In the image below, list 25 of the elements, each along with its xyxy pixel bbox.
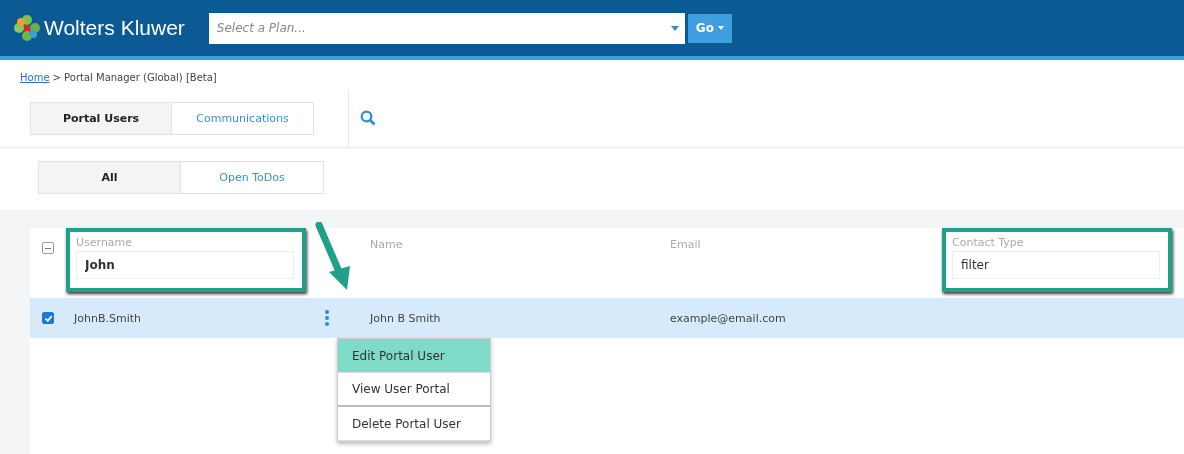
table-cell-text: example@email.com	[669, 311, 787, 325]
breadcrumb-text: > Portal Manager (Global) [Beta]	[52, 72, 217, 85]
caret-icon[interactable]	[670, 25, 679, 31]
select-all-checkbox[interactable]	[42, 242, 54, 254]
table-row[interactable]: JohnB.Smith John B Smith example@email.com	[30, 298, 1184, 338]
column-header: Contact Type	[952, 236, 1025, 249]
tab[interactable]: Portal Users	[31, 102, 172, 134]
filter-tab[interactable]: All	[39, 162, 181, 193]
breadcrumb-link[interactable]: Home	[20, 72, 50, 90]
filter-field[interactable]: filter	[952, 251, 1160, 279]
menu-item[interactable]: View User Portal	[338, 373, 490, 407]
logo-icon	[12, 13, 42, 43]
column-header: Name	[370, 238, 404, 251]
table-cell-text: JohnB.Smith	[72, 311, 142, 325]
menu-item[interactable]: Edit Portal User	[338, 339, 490, 373]
filter-field[interactable]: John	[76, 251, 294, 279]
table-cell-text: John B Smith	[368, 311, 442, 325]
search-icon[interactable]	[360, 110, 376, 126]
column-header: Username	[76, 236, 134, 249]
plan-select[interactable]: Select a Plan...	[208, 12, 685, 44]
row-checkbox[interactable]	[42, 312, 54, 324]
kebab-menu-icon[interactable]	[324, 309, 330, 327]
logo-text: Wolters Kluwer	[44, 16, 185, 40]
menu-item[interactable]: Delete Portal User	[338, 407, 490, 441]
column-header: Email	[670, 238, 702, 251]
